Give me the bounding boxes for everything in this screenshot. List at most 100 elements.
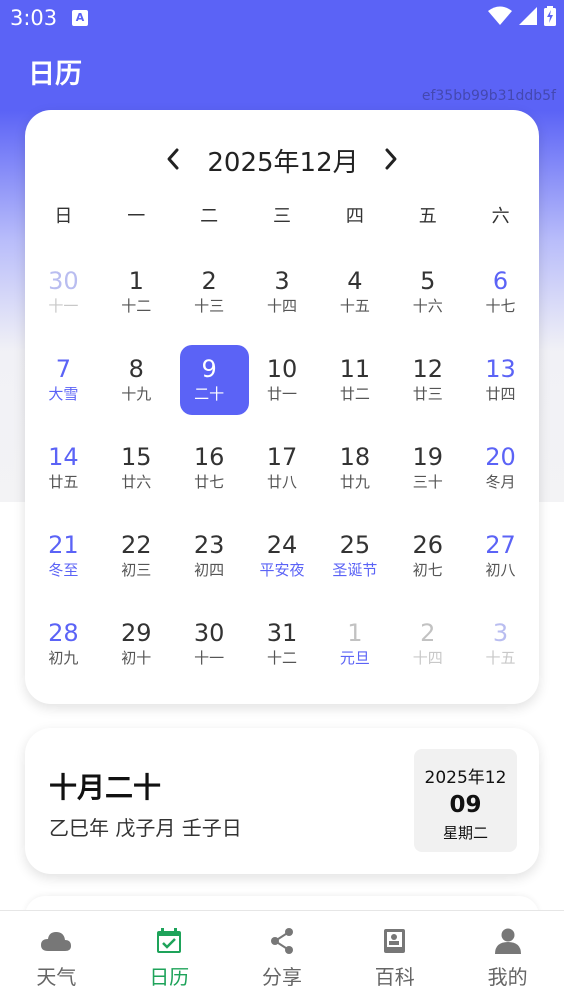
previous-month-button[interactable] — [153, 134, 193, 184]
calendar-day[interactable]: 30 十一 — [173, 610, 246, 698]
lunar-label: 初九 — [48, 649, 79, 667]
calendar-icon — [157, 928, 182, 953]
calendar-day[interactable]: 5 十六 — [391, 258, 464, 346]
nav-profile[interactable]: 我的 — [451, 911, 564, 1005]
lunar-label: 平安夜 — [259, 561, 305, 579]
calendar-day[interactable]: 8 十九 — [100, 346, 173, 434]
nav-label: 日历 — [149, 965, 190, 989]
day-number: 31 — [266, 619, 298, 647]
day-number: 7 — [55, 355, 72, 383]
lunar-label: 冬月 — [485, 473, 516, 491]
day-number: 27 — [485, 531, 516, 559]
weekday-label: 二 — [200, 206, 219, 227]
day-number: 17 — [266, 443, 298, 471]
day-number: 30 — [48, 267, 79, 295]
day-grid: 30 十一 1 十二 2 十三 3 十四 4 十五 5 十六 6 十七 7 大雪 8 十九 9 二十 10 廿一 11 廿二 1… — [27, 258, 537, 698]
book-icon — [383, 929, 405, 953]
calendar-day[interactable]: 12 廿三 — [391, 346, 464, 434]
day-number: 6 — [492, 267, 509, 295]
lunar-label: 廿二 — [339, 385, 370, 403]
day-number: 3 — [492, 619, 509, 647]
calendar-day[interactable]: 1 十二 — [100, 258, 173, 346]
calendar-day[interactable]: 24 平安夜 — [246, 522, 319, 610]
calendar-day[interactable]: 16 廿七 — [173, 434, 246, 522]
nav-share[interactable]: 分享 — [226, 911, 339, 1005]
calendar-day[interactable]: 3 十五 — [464, 610, 537, 698]
lunar-label: 三十 — [412, 473, 443, 491]
day-number: 22 — [121, 531, 152, 559]
calendar-day[interactable]: 2 十三 — [173, 258, 246, 346]
share-icon — [270, 928, 293, 954]
calendar-day[interactable]: 18 廿九 — [318, 434, 391, 522]
calendar-day-selected[interactable]: 9 二十 — [173, 345, 249, 434]
lunar-label: 圣诞节 — [332, 561, 378, 579]
calendar-day[interactable]: 14 廿五 — [27, 434, 100, 522]
wifi-icon — [488, 6, 512, 25]
lunar-label: 十五 — [485, 649, 516, 667]
calendar-day[interactable]: 20 冬月 — [464, 434, 537, 522]
date-badge-weekday: 星期二 — [442, 824, 488, 842]
nav-label: 百科 — [374, 965, 415, 989]
calendar-day[interactable]: 19 三十 — [391, 434, 464, 522]
day-number: 4 — [347, 267, 363, 295]
month-navigation: 2025年12月 — [25, 134, 539, 184]
weekday-label: 四 — [345, 206, 364, 227]
calendar-day[interactable]: 15 廿六 — [100, 434, 173, 522]
calendar-day[interactable]: 25 圣诞节 — [318, 522, 391, 610]
weekday-label: 五 — [418, 206, 437, 227]
lunar-label: 十三 — [194, 297, 225, 315]
calendar-day[interactable]: 4 十五 — [318, 258, 391, 346]
calendar-day[interactable]: 13 廿四 — [464, 346, 537, 434]
calendar-day[interactable]: 11 廿二 — [318, 346, 391, 434]
status-icons — [488, 6, 556, 26]
calendar-day[interactable]: 7 大雪 — [27, 346, 100, 434]
calendar-day[interactable]: 3 十四 — [246, 258, 319, 346]
next-month-button[interactable] — [371, 134, 411, 184]
lunar-label: 二十 — [194, 385, 225, 403]
day-number: 30 — [193, 619, 225, 647]
nav-encyclopedia[interactable]: 百科 — [338, 911, 451, 1005]
lunar-label: 十一 — [194, 649, 225, 667]
chevron-left-icon — [167, 148, 179, 170]
calendar-day[interactable]: 2 十四 — [391, 610, 464, 698]
nav-calendar[interactable]: 日历 — [113, 911, 226, 1005]
day-number: 18 — [339, 443, 371, 471]
calendar-day[interactable]: 10 廿一 — [246, 346, 319, 434]
lunar-label: 初七 — [412, 561, 443, 579]
calendar-day[interactable]: 29 初十 — [100, 610, 173, 698]
calendar-day[interactable]: 22 初三 — [100, 522, 173, 610]
signal-icon — [519, 7, 537, 25]
calendar-day[interactable]: 23 初四 — [173, 522, 246, 610]
status-bar: 3:03 A — [0, 0, 564, 36]
lunar-label: 十六 — [412, 297, 443, 315]
calendar-day[interactable]: 21 冬至 — [27, 522, 100, 610]
calendar-day[interactable]: 28 初九 — [27, 610, 100, 698]
nav-label: 分享 — [261, 965, 302, 989]
lunar-label: 十四 — [266, 297, 297, 315]
page-title: 日历 — [28, 59, 82, 90]
calendar-day[interactable]: 30 十一 — [27, 258, 100, 346]
weekday-label: 三 — [272, 206, 291, 227]
calendar-day[interactable]: 1 元旦 — [318, 610, 391, 698]
day-number: 29 — [121, 619, 152, 647]
nav-weather[interactable]: 天气 — [0, 911, 113, 1005]
lunar-label: 十二 — [266, 649, 297, 667]
nav-label: 天气 — [36, 965, 77, 989]
lunar-label: 廿六 — [121, 473, 152, 491]
lunar-label: 廿四 — [485, 385, 516, 403]
lunar-label: 廿七 — [194, 473, 225, 491]
lunar-label: 廿一 — [266, 385, 297, 403]
calendar-day[interactable]: 6 十七 — [464, 258, 537, 346]
calendar-day[interactable]: 17 廿八 — [246, 434, 319, 522]
day-number: 15 — [121, 443, 152, 471]
date-info-card[interactable]: 十月二十 乙巳年 戊子月 壬子日 2025年12 09 星期二 — [25, 728, 539, 874]
calendar-day[interactable]: 26 初七 — [391, 522, 464, 610]
bottom-navigation: 天气 日历 分享 百科 我的 — [0, 910, 564, 1005]
day-number: 1 — [128, 267, 144, 295]
day-number: 24 — [266, 531, 298, 559]
calendar-day[interactable]: 31 十二 — [246, 610, 319, 698]
day-number: 26 — [412, 531, 443, 559]
calendar-day[interactable]: 27 初八 — [464, 522, 537, 610]
lunar-label: 十五 — [339, 297, 370, 315]
day-number: 28 — [48, 619, 79, 647]
